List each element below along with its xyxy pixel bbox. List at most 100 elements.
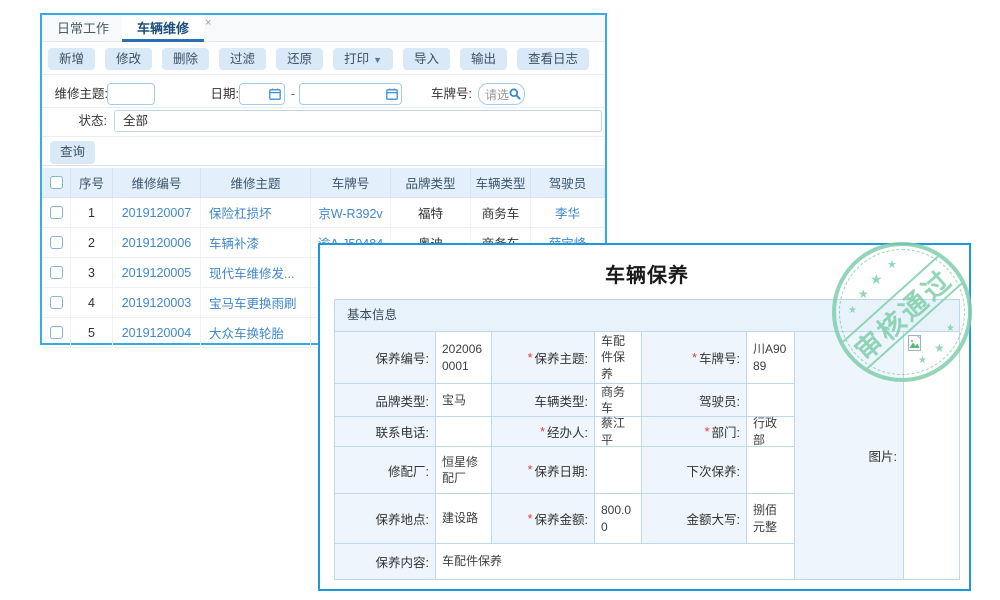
import-button[interactable]: 导入 bbox=[403, 48, 450, 70]
maint-no-value: 2020060001 bbox=[436, 332, 492, 384]
topic-label: *保养主题: bbox=[492, 332, 595, 384]
col-header: 车牌号 bbox=[311, 168, 391, 198]
tab-daily-work[interactable]: 日常工作 bbox=[44, 15, 122, 42]
required-icon: * bbox=[692, 351, 697, 365]
chevron-down-icon: ▼ bbox=[373, 55, 382, 65]
repair-topic-link[interactable]: 现代车维修发... bbox=[201, 258, 311, 288]
col-header: 驾驶员 bbox=[531, 168, 605, 198]
repair-no-link[interactable]: 2019120005 bbox=[113, 258, 201, 288]
repair-no-link[interactable]: 2019120006 bbox=[113, 228, 201, 258]
content-label: 保养内容: bbox=[335, 544, 436, 580]
next-maint-label: 下次保养: bbox=[642, 447, 747, 494]
amount-value: 800.00 bbox=[595, 494, 642, 544]
checkbox-cell bbox=[42, 318, 71, 348]
dept-label-text: 部门: bbox=[712, 422, 740, 441]
plate-label: *车牌号: bbox=[642, 332, 747, 384]
amount-cn-label: 金额大写: bbox=[642, 494, 747, 544]
next-maint-value bbox=[747, 447, 795, 494]
image-label: 图片: bbox=[795, 332, 904, 580]
filter-divider bbox=[42, 136, 605, 137]
topic-value: 车配件保养 bbox=[595, 332, 642, 384]
repair-no-link[interactable]: 2019120004 bbox=[113, 318, 201, 348]
repair-topic-link[interactable]: 保险杠损坏 bbox=[201, 198, 311, 228]
calendar-icon[interactable] bbox=[269, 88, 281, 100]
plate-filter-label: 车牌号: bbox=[428, 83, 472, 105]
row-checkbox[interactable] bbox=[50, 206, 63, 219]
print-button[interactable]: 打印 ▼ bbox=[333, 48, 393, 70]
maint-date-label-text: 保养日期: bbox=[535, 461, 588, 480]
date-range-separator: - bbox=[289, 83, 297, 105]
vtype-cell: 商务车 bbox=[471, 198, 531, 228]
driver-label: 驾驶员: bbox=[642, 384, 747, 417]
repair-topic-input[interactable] bbox=[107, 83, 155, 105]
section-basic-info: 基本信息 bbox=[334, 299, 960, 332]
plate-label-text: 车牌号: bbox=[699, 348, 740, 367]
print-label: 打印 bbox=[344, 52, 369, 66]
row-no: 4 bbox=[71, 288, 113, 318]
table-row[interactable]: 1 2019120007 保险杠损坏 京W-R392v 福特 商务车 李华 bbox=[42, 198, 605, 228]
search-icon[interactable] bbox=[509, 88, 521, 100]
delete-button[interactable]: 删除 bbox=[162, 48, 209, 70]
row-checkbox[interactable] bbox=[50, 326, 63, 339]
plate-placeholder: 请选择 bbox=[485, 86, 509, 103]
filter-button[interactable]: 过滤 bbox=[219, 48, 266, 70]
restore-button[interactable]: 还原 bbox=[276, 48, 323, 70]
driver-value bbox=[747, 384, 795, 417]
col-header: 车辆类型 bbox=[471, 168, 531, 198]
amount-label: *保养金额: bbox=[492, 494, 595, 544]
tab-vehicle-repair[interactable]: 车辆维修 bbox=[122, 15, 204, 42]
content-value: 车配件保养 bbox=[436, 544, 795, 580]
topic-label-text: 保养主题: bbox=[535, 348, 588, 367]
row-checkbox[interactable] bbox=[50, 266, 63, 279]
calendar-icon[interactable] bbox=[386, 88, 398, 100]
query-button[interactable]: 查询 bbox=[50, 141, 95, 164]
status-select[interactable]: 全部 bbox=[114, 110, 602, 132]
date-to-input[interactable] bbox=[299, 83, 402, 105]
tab-close-icon[interactable]: × bbox=[205, 17, 211, 29]
row-checkbox[interactable] bbox=[50, 296, 63, 309]
row-no: 2 bbox=[71, 228, 113, 258]
add-button[interactable]: 新增 bbox=[48, 48, 95, 70]
repair-no-link[interactable]: 2019120007 bbox=[113, 198, 201, 228]
date-label: 日期: bbox=[205, 83, 239, 105]
status-label: 状态: bbox=[62, 110, 107, 132]
repair-topic-link[interactable]: 大众车换轮胎 bbox=[201, 318, 311, 348]
image-cell bbox=[904, 332, 960, 580]
edit-button[interactable]: 修改 bbox=[105, 48, 152, 70]
detail-title: 车辆保养 bbox=[334, 259, 960, 288]
repair-topic-link[interactable]: 车辆补漆 bbox=[201, 228, 311, 258]
required-icon: * bbox=[705, 425, 710, 439]
maintenance-detail-window: 车辆保养 基本信息 保养编号: 2020060001 *保养主题: 车配件保养 … bbox=[318, 243, 971, 591]
vtype-value: 商务车 bbox=[595, 384, 642, 417]
required-icon: * bbox=[528, 512, 533, 526]
plate-value: 川A9089 bbox=[747, 332, 795, 384]
amount-cn-value: 捌佰元整 bbox=[747, 494, 795, 544]
maint-date-label: *保养日期: bbox=[492, 447, 595, 494]
maint-no-label: 保养编号: bbox=[335, 332, 436, 384]
repair-no-link[interactable]: 2019120003 bbox=[113, 288, 201, 318]
checkbox-cell bbox=[42, 198, 71, 228]
col-header: 维修编号 bbox=[113, 168, 201, 198]
repair-topic-link[interactable]: 宝马车更换雨刷 bbox=[201, 288, 311, 318]
checkbox-cell bbox=[42, 288, 71, 318]
place-value: 建设路 bbox=[436, 494, 492, 544]
handler-label: *经办人: bbox=[492, 417, 595, 447]
required-icon: * bbox=[540, 425, 545, 439]
export-button[interactable]: 输出 bbox=[460, 48, 507, 70]
date-from-input[interactable] bbox=[239, 83, 285, 105]
row-checkbox[interactable] bbox=[50, 236, 63, 249]
shop-value: 恒星修配厂 bbox=[436, 447, 492, 494]
phone-value bbox=[436, 417, 492, 447]
view-log-button[interactable]: 查看日志 bbox=[517, 48, 589, 70]
select-all-checkbox[interactable] bbox=[50, 176, 63, 189]
phone-label: 联系电话: bbox=[335, 417, 436, 447]
select-all-checkbox-cell bbox=[42, 168, 71, 198]
filter-divider bbox=[42, 107, 605, 108]
row-no: 1 bbox=[71, 198, 113, 228]
driver-link[interactable]: 李华 bbox=[531, 198, 605, 228]
handler-value: 蔡江平 bbox=[595, 417, 642, 447]
table-header-row: 序号 维修编号 维修主题 车牌号 品牌类型 车辆类型 驾驶员 bbox=[42, 168, 605, 198]
plate-link[interactable]: 京W-R392v bbox=[311, 198, 391, 228]
amount-label-text: 保养金额: bbox=[535, 509, 588, 528]
plate-filter-input[interactable]: 请选择 bbox=[478, 83, 525, 105]
